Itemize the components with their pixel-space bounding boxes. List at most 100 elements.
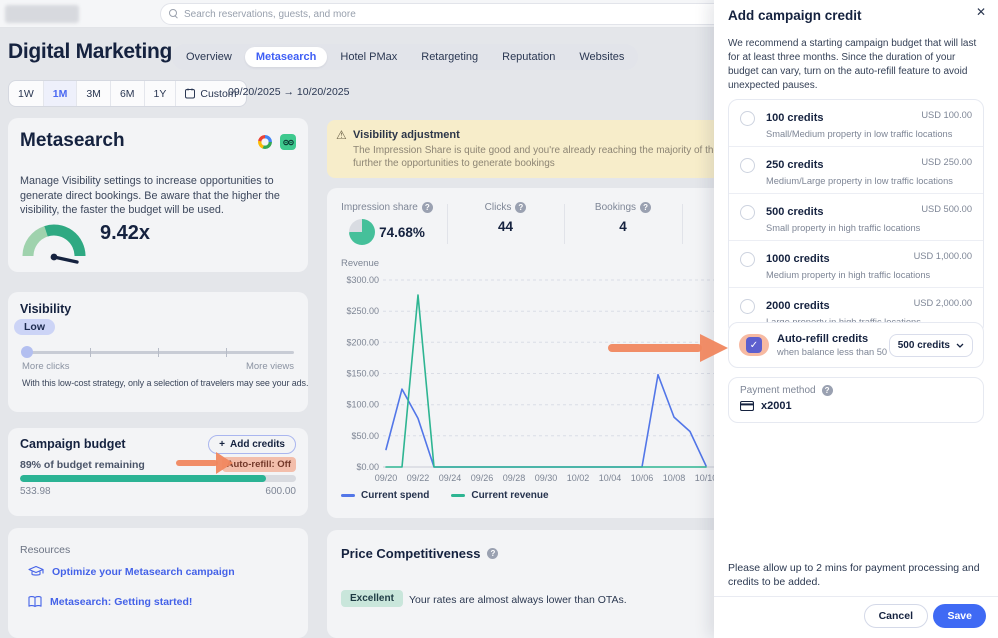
tab-websites[interactable]: Websites xyxy=(568,47,635,67)
svg-text:09/24: 09/24 xyxy=(439,473,462,483)
stat-divider xyxy=(682,204,683,244)
range-6m[interactable]: 6M xyxy=(111,81,145,106)
credit-option-100[interactable]: 100 creditsSmall/Medium property in low … xyxy=(729,100,983,147)
metasearch-description: Manage Visibility settings to increase o… xyxy=(20,174,298,218)
close-icon[interactable]: ✕ xyxy=(976,5,986,19)
refill-amount-dropdown[interactable]: 500 credits xyxy=(889,334,973,357)
price-text: Your rates are almost always lower than … xyxy=(409,594,627,606)
app-logo xyxy=(5,5,79,23)
campaign-budget-card: Campaign budget + Add credits 89% of bud… xyxy=(8,428,308,516)
svg-text:10/08: 10/08 xyxy=(663,473,686,483)
search-input[interactable] xyxy=(184,9,751,20)
help-icon[interactable]: ? xyxy=(822,385,833,396)
plus-icon: + xyxy=(219,439,225,450)
visibility-card: Visibility Low More clicks More views Wi… xyxy=(8,292,308,412)
legend-dash-icon xyxy=(451,494,465,497)
resource-link-optimize[interactable]: Optimize your Metasearch campaign xyxy=(28,566,235,578)
auto-refill-title: Auto-refill credits xyxy=(777,333,887,345)
tab-retargeting[interactable]: Retargeting xyxy=(410,47,489,67)
legend-current-spend: Current spend xyxy=(341,490,429,501)
add-campaign-credit-panel: Add campaign credit ✕ We recommend a sta… xyxy=(714,0,998,638)
help-icon[interactable]: ? xyxy=(422,202,433,213)
svg-text:$300.00: $300.00 xyxy=(346,275,379,285)
radio-button[interactable] xyxy=(740,252,755,267)
visibility-title: Visibility xyxy=(20,302,71,316)
slider-tick xyxy=(158,348,159,357)
add-credits-button[interactable]: + Add credits xyxy=(208,435,296,454)
footer-divider xyxy=(714,596,998,597)
svg-text:09/22: 09/22 xyxy=(407,473,430,483)
range-1w[interactable]: 1W xyxy=(9,81,44,106)
roas-value: 9.42x xyxy=(100,222,150,245)
auto-refill-subtitle: when balance less than 50 xyxy=(777,347,887,357)
price-rating-badge: Excellent xyxy=(341,590,403,607)
visibility-slider-thumb[interactable] xyxy=(21,346,33,358)
price-title: Price Competitiveness xyxy=(341,546,480,561)
section-tabs: Overview Metasearch Hotel PMax Retargeti… xyxy=(172,44,638,70)
budget-spent: 533.98 xyxy=(20,486,51,497)
visibility-level-badge: Low xyxy=(14,319,55,335)
calendar-icon xyxy=(185,88,195,99)
banner-title: Visibility adjustment xyxy=(353,129,460,141)
save-button[interactable]: Save xyxy=(933,604,986,628)
svg-text:09/20: 09/20 xyxy=(375,473,398,483)
stat-impression-share: Impression share? 74.68% xyxy=(327,202,447,252)
legend-current-revenue: Current revenue xyxy=(451,490,548,501)
auto-refill-checkbox[interactable]: ✓ xyxy=(746,337,762,353)
metasearch-card: Metasearch Manage Visibility settings to… xyxy=(8,118,308,272)
budget-title: Campaign budget xyxy=(20,437,126,451)
credit-option-500[interactable]: 500 creditsSmall property in high traffi… xyxy=(729,194,983,241)
svg-text:09/26: 09/26 xyxy=(471,473,494,483)
credit-option-250[interactable]: 250 creditsMedium/Large property in low … xyxy=(729,147,983,194)
metasearch-card-title: Metasearch xyxy=(20,130,125,152)
date-range[interactable]: 09/20/2025 → 10/20/2025 xyxy=(228,86,349,98)
svg-text:10/06: 10/06 xyxy=(631,473,654,483)
roas-gauge-icon xyxy=(22,218,86,264)
radio-button[interactable] xyxy=(740,111,755,126)
impression-share-pie xyxy=(349,219,375,245)
global-search[interactable] xyxy=(160,3,760,25)
svg-text:09/28: 09/28 xyxy=(503,473,526,483)
cancel-button[interactable]: Cancel xyxy=(864,604,928,628)
credit-option-1000[interactable]: 1000 creditsMedium property in high traf… xyxy=(729,241,983,288)
resource-link-getting-started[interactable]: Metasearch: Getting started! xyxy=(28,596,192,608)
check-icon: ✓ xyxy=(750,340,758,351)
tab-metasearch[interactable]: Metasearch xyxy=(245,47,328,67)
help-icon[interactable]: ? xyxy=(640,202,651,213)
app-screen: Digital Marketing Overview Metasearch Ho… xyxy=(0,0,998,638)
svg-text:$250.00: $250.00 xyxy=(346,306,379,316)
credit-options-list: 100 creditsSmall/Medium property in low … xyxy=(728,99,984,335)
range-1y[interactable]: 1Y xyxy=(145,81,177,106)
svg-text:$150.00: $150.00 xyxy=(346,369,379,379)
payment-method-section: Payment method? x2001 xyxy=(728,377,984,423)
svg-text:10/02: 10/02 xyxy=(567,473,590,483)
graduation-cap-icon xyxy=(28,566,44,578)
svg-text:$0.00: $0.00 xyxy=(356,462,379,472)
book-icon xyxy=(28,596,42,608)
svg-text:09/30: 09/30 xyxy=(535,473,558,483)
time-range-group: 1W 1M 3M 6M 1Y Custom xyxy=(8,80,247,107)
chevron-down-icon xyxy=(956,343,964,348)
range-3m[interactable]: 3M xyxy=(77,81,111,106)
radio-button[interactable] xyxy=(740,158,755,173)
date-arrow-icon: → xyxy=(283,86,294,98)
slider-right-label: More views xyxy=(246,361,294,372)
tripadvisor-icon xyxy=(280,134,296,150)
help-icon[interactable]: ? xyxy=(515,202,526,213)
resources-card: Resources Optimize your Metasearch campa… xyxy=(8,528,308,638)
tab-reputation[interactable]: Reputation xyxy=(491,47,566,67)
svg-text:$200.00: $200.00 xyxy=(346,337,379,347)
tab-overview[interactable]: Overview xyxy=(175,47,243,67)
panel-title: Add campaign credit xyxy=(728,8,862,23)
chart-legend: Current spend Current revenue xyxy=(341,490,549,501)
warning-icon: ⚠ xyxy=(336,128,347,142)
tab-hotel-pmax[interactable]: Hotel PMax xyxy=(329,47,408,67)
visibility-slider[interactable] xyxy=(22,351,294,354)
radio-button[interactable] xyxy=(740,205,755,220)
range-1m[interactable]: 1M xyxy=(44,81,78,106)
visibility-description: With this low-cost strategy, only a sele… xyxy=(22,378,308,388)
panel-intro: We recommend a starting campaign budget … xyxy=(728,37,985,93)
help-icon[interactable]: ? xyxy=(487,548,498,559)
svg-text:Revenue: Revenue xyxy=(341,258,379,269)
radio-button[interactable] xyxy=(740,299,755,314)
